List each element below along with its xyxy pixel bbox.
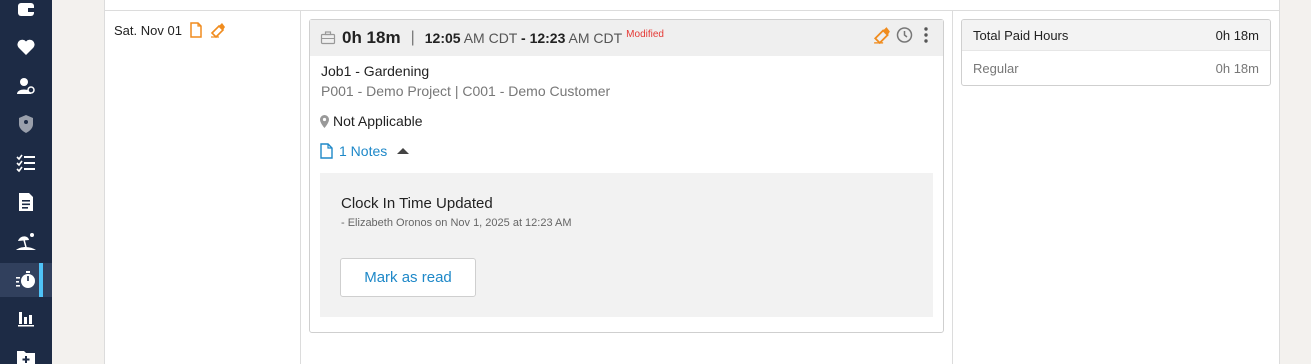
row-divider <box>105 10 1279 11</box>
note-title: Clock In Time Updated <box>341 195 493 212</box>
location-text: Not Applicable <box>333 113 423 129</box>
project-customer: P001 - Demo Project | C001 - Demo Custom… <box>321 83 611 99</box>
edited-eraser-icon[interactable] <box>873 26 891 44</box>
more-options-icon[interactable] <box>917 26 935 44</box>
nav-user-search[interactable] <box>0 69 52 103</box>
day-cell: Sat. Nov 01 <box>114 22 226 38</box>
modified-badge: Modified <box>626 29 664 40</box>
start-suffix: AM CDT <box>463 30 518 46</box>
shield-icon <box>19 115 33 133</box>
note-meta: - Elizabeth Oronos on Nov 1, 2025 at 12:… <box>341 217 572 229</box>
user-search-icon <box>17 78 35 94</box>
document-icon <box>320 143 333 159</box>
header-actions <box>873 26 935 44</box>
nav-security[interactable] <box>0 107 52 141</box>
day-date: Sat. Nov 01 <box>114 22 182 38</box>
nav-favorites[interactable] <box>0 30 52 64</box>
total-paid-row: Total Paid Hours 0h 18m <box>962 20 1270 51</box>
job-name: Job1 - Gardening <box>321 63 430 79</box>
total-paid-value: 0h 18m <box>1215 27 1259 43</box>
edited-eraser-icon[interactable] <box>210 22 226 38</box>
notes-toggle[interactable]: 1 Notes <box>320 143 410 159</box>
history-clock-icon[interactable] <box>895 26 913 44</box>
entry-duration: 0h 18m <box>342 28 401 47</box>
nav-wallet[interactable] <box>0 0 52 26</box>
start-time: 12:05 <box>424 30 461 46</box>
note-panel: Clock In Time Updated - Elizabeth Oronos… <box>320 173 933 317</box>
nav-add-folder[interactable] <box>0 340 52 364</box>
column-divider <box>300 11 301 364</box>
sidebar <box>0 0 52 364</box>
column-divider <box>952 11 953 364</box>
note-document-icon[interactable] <box>188 22 204 38</box>
paid-hours-summary: Total Paid Hours 0h 18m Regular 0h 18m <box>961 19 1271 86</box>
heart-icon <box>17 39 35 55</box>
folder-add-icon <box>17 351 35 364</box>
total-paid-label: Total Paid Hours <box>973 27 1069 43</box>
nav-timesheets[interactable] <box>0 263 52 297</box>
nav-reports[interactable] <box>0 301 52 335</box>
time-dash: - <box>521 30 526 46</box>
location: Not Applicable <box>320 113 423 129</box>
wallet-icon <box>18 3 34 16</box>
header-separator: | <box>410 29 415 46</box>
bar-chart-icon <box>18 312 34 327</box>
document-icon <box>19 193 33 211</box>
location-pin-icon <box>320 114 329 128</box>
briefcase-icon <box>320 31 336 45</box>
beach-icon <box>16 233 36 250</box>
mark-as-read-button[interactable]: Mark as read <box>340 258 476 297</box>
notes-label: 1 Notes <box>339 143 388 159</box>
nav-tasks[interactable] <box>0 146 52 180</box>
regular-row: Regular 0h 18m <box>962 51 1270 85</box>
time-entry-card: 0h 18m | 12:05 AM CDT - 12:23 AM CDT Mod… <box>309 19 944 333</box>
nav-time-off[interactable] <box>0 224 52 258</box>
end-time: 12:23 <box>529 30 566 46</box>
checklist-icon <box>16 154 35 173</box>
nav-documents[interactable] <box>0 185 52 219</box>
caret-up-icon <box>397 148 410 154</box>
entry-time-range: 12:05 AM CDT - 12:23 AM CDT <box>425 30 622 46</box>
stopwatch-icon <box>16 271 35 288</box>
regular-label: Regular <box>973 60 1019 76</box>
regular-value: 0h 18m <box>1215 60 1259 76</box>
end-suffix: AM CDT <box>568 30 623 46</box>
time-entry-header: 0h 18m | 12:05 AM CDT - 12:23 AM CDT Mod… <box>310 20 943 56</box>
